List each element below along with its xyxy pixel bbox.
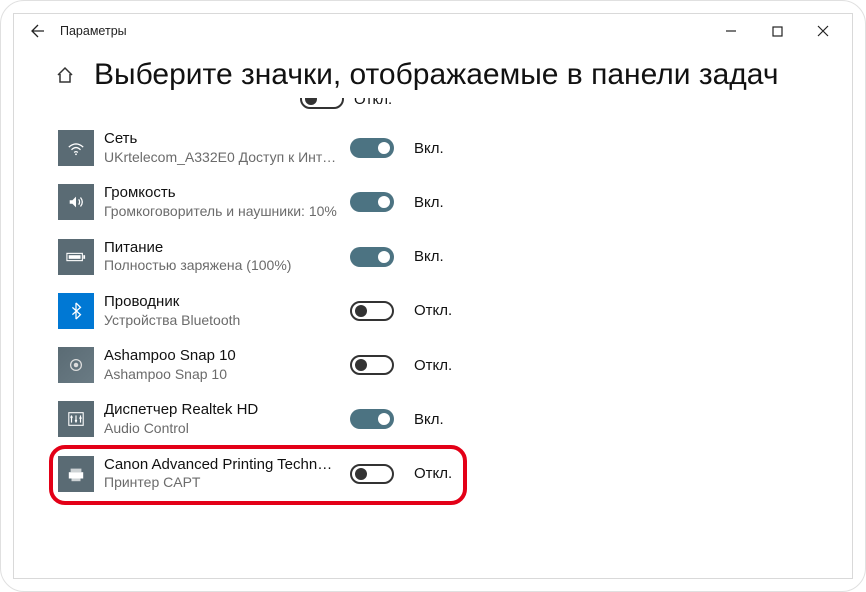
minimize-button[interactable]	[708, 14, 754, 48]
toggle-partial[interactable]	[300, 98, 344, 109]
textcol-explorer: Проводник Устройства Bluetooth	[104, 293, 340, 329]
toggle-volume[interactable]	[350, 192, 394, 212]
wifi-icon	[58, 130, 94, 166]
subtitle-explorer: Устройства Bluetooth	[104, 312, 340, 330]
row-volume: Громкость Громкоговоритель и наушники: 1…	[54, 175, 812, 229]
minimize-icon	[725, 25, 737, 37]
maximize-button[interactable]	[754, 14, 800, 48]
subtitle-network: UKrtelecom_A332E0 Доступ к Инте…	[104, 149, 340, 167]
arrow-left-icon	[30, 23, 46, 39]
camera-icon	[58, 347, 94, 383]
toggle-ashampoo[interactable]	[350, 355, 394, 375]
row-canon: Canon Advanced Printing Technolo… Принте…	[54, 447, 812, 501]
partial-placeholder	[58, 100, 94, 110]
page-title: Выберите значки, отображаемые в панели з…	[94, 58, 778, 92]
state-realtek: Вкл.	[414, 411, 444, 428]
row-explorer: Проводник Устройства Bluetooth Откл.	[54, 284, 812, 338]
window-title: Параметры	[60, 24, 708, 38]
title-canon: Canon Advanced Printing Technolo…	[104, 456, 340, 475]
toggle-network[interactable]	[350, 138, 394, 158]
title-power: Питание	[104, 239, 340, 258]
subtitle-realtek: Audio Control	[104, 420, 340, 438]
textcol-realtek: Диспетчер Realtek HD Audio Control	[104, 401, 340, 437]
toggle-canon[interactable]	[350, 464, 394, 484]
equalizer-icon	[58, 401, 94, 437]
maximize-icon	[772, 26, 783, 37]
state-power: Вкл.	[414, 248, 444, 265]
home-icon	[55, 65, 75, 85]
speaker-icon	[58, 184, 94, 220]
textcol-power: Питание Полностью заряжена (100%)	[104, 239, 340, 275]
title-volume: Громкость	[104, 184, 340, 203]
row-ashampoo: Ashampoo Snap 10 Ashampoo Snap 10 Откл.	[54, 338, 812, 392]
toggle-explorer[interactable]	[350, 301, 394, 321]
state-ashampoo: Откл.	[414, 357, 452, 374]
textcol-ashampoo: Ashampoo Snap 10 Ashampoo Snap 10	[104, 347, 340, 383]
textcol-volume: Громкость Громкоговоритель и наушники: 1…	[104, 184, 340, 220]
page-header: Выберите значки, отображаемые в панели з…	[14, 48, 852, 98]
close-icon	[817, 25, 829, 37]
state-volume: Вкл.	[414, 194, 444, 211]
printer-icon	[58, 456, 94, 492]
title-explorer: Проводник	[104, 293, 340, 312]
partial-row: Откл.	[54, 98, 812, 121]
battery-icon	[58, 239, 94, 275]
bluetooth-icon	[58, 293, 94, 329]
toggle-power[interactable]	[350, 247, 394, 267]
subtitle-volume: Громкоговоритель и наушники: 10%	[104, 203, 340, 221]
textcol-network: Сеть UKrtelecom_A332E0 Доступ к Инте…	[104, 130, 340, 166]
back-button[interactable]	[24, 14, 52, 48]
titlebar: Параметры	[14, 14, 852, 48]
row-power: Питание Полностью заряжена (100%) Вкл.	[54, 230, 812, 284]
textcol-canon: Canon Advanced Printing Technolo… Принте…	[104, 456, 340, 492]
toggle-realtek[interactable]	[350, 409, 394, 429]
subtitle-canon: Принтер CAPT	[104, 474, 340, 492]
icon-list: Откл. Сеть UKrtelecom_A332E0 Доступ к Ин…	[14, 98, 852, 578]
row-network: Сеть UKrtelecom_A332E0 Доступ к Инте… Вк…	[54, 121, 812, 175]
state-network: Вкл.	[414, 140, 444, 157]
title-realtek: Диспетчер Realtek HD	[104, 401, 340, 420]
state-canon: Откл.	[414, 465, 452, 482]
title-ashampoo: Ashampoo Snap 10	[104, 347, 340, 366]
home-button[interactable]	[54, 64, 76, 86]
title-network: Сеть	[104, 130, 340, 149]
subtitle-power: Полностью заряжена (100%)	[104, 257, 340, 275]
close-button[interactable]	[800, 14, 846, 48]
subtitle-ashampoo: Ashampoo Snap 10	[104, 366, 340, 384]
row-realtek: Диспетчер Realtek HD Audio Control Вкл.	[54, 392, 812, 446]
state-explorer: Откл.	[414, 302, 452, 319]
state-partial: Откл.	[354, 98, 392, 108]
